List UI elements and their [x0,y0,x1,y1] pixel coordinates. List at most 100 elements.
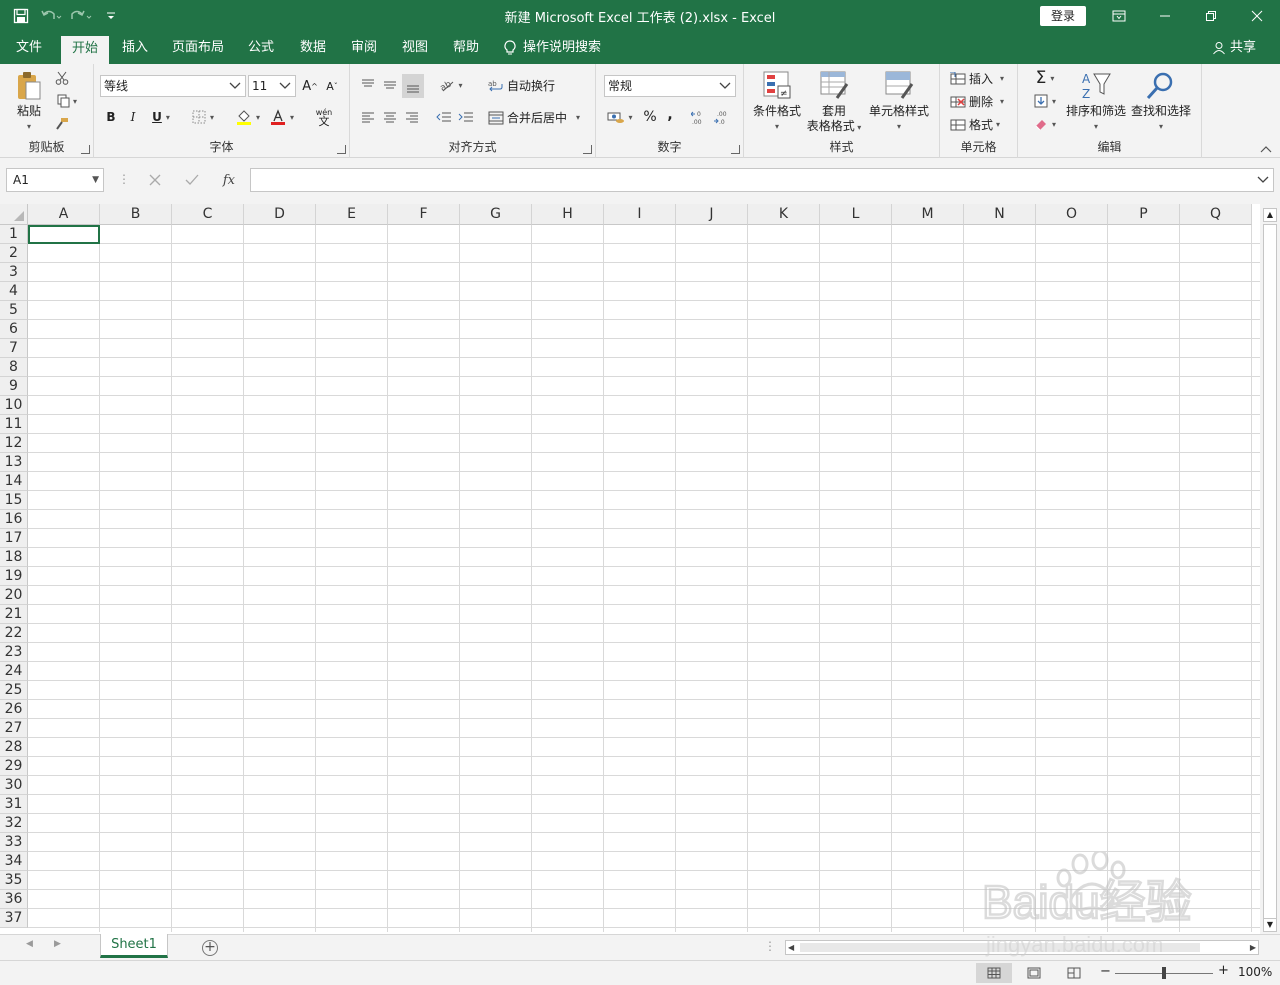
align-right-button[interactable] [402,107,422,127]
italic-button[interactable]: I [124,107,142,127]
column-header[interactable]: P [1108,204,1180,225]
column-header[interactable]: E [316,204,388,225]
tab-formulas[interactable]: 公式 [240,32,282,64]
expand-formula-bar-button[interactable] [1257,173,1269,187]
column-header[interactable]: M [892,204,964,225]
accounting-format-button[interactable]: ▾ [604,107,636,127]
formula-bar-splitter[interactable]: ⋮ [118,172,130,188]
tell-me-search[interactable]: 操作说明搜索 [503,32,613,64]
row-header[interactable]: 29 [0,757,28,776]
column-header[interactable]: F [388,204,460,225]
row-header[interactable]: 7 [0,339,28,358]
cell-area[interactable] [28,225,1260,932]
underline-button[interactable]: U ▾ [146,107,176,127]
enter-check-icon[interactable] [185,174,199,186]
row-header[interactable]: 23 [0,643,28,662]
row-header[interactable]: 25 [0,681,28,700]
decrease-decimal-button[interactable]: .00.0 [712,107,732,127]
tab-splitter[interactable]: ⋮ [764,939,776,953]
delete-cells-button[interactable]: 删除 ▾ [950,93,1004,110]
format-cells-button[interactable]: 格式 ▾ [950,116,1000,133]
tab-review[interactable]: 审阅 [343,32,385,64]
name-box[interactable]: A1 ▼ [6,168,104,192]
autosum-button[interactable]: Σ ▾ [1030,68,1060,88]
row-header[interactable]: 17 [0,529,28,548]
insert-function-icon[interactable]: fx [223,173,235,188]
login-button[interactable]: 登录 [1040,6,1086,26]
sheet-tab[interactable]: Sheet1 [100,934,168,958]
align-middle-button[interactable] [380,75,400,95]
collapse-ribbon-button[interactable] [1258,142,1274,156]
decrease-indent-button[interactable] [434,107,454,127]
number-launcher[interactable] [731,145,740,154]
paste-button[interactable]: 粘贴 ▾ [10,70,48,134]
align-bottom-button[interactable] [402,74,424,98]
column-header[interactable]: A [28,204,100,225]
ribbon-display-options-button[interactable] [1096,0,1142,32]
tab-page-layout[interactable]: 页面布局 [166,32,230,64]
normal-view-button[interactable] [976,963,1012,983]
column-header[interactable]: I [604,204,676,225]
align-center-button[interactable] [380,107,400,127]
percent-button[interactable]: % [640,107,660,127]
row-header[interactable]: 31 [0,795,28,814]
format-painter-button[interactable] [52,114,72,134]
scroll-down-button[interactable]: ▼ [1263,918,1277,932]
row-header[interactable]: 11 [0,415,28,434]
column-header[interactable]: O [1036,204,1108,225]
row-header[interactable]: 28 [0,738,28,757]
copy-button[interactable]: ▾ [52,91,82,111]
column-header[interactable]: N [964,204,1036,225]
row-header[interactable]: 12 [0,434,28,453]
row-header[interactable]: 30 [0,776,28,795]
align-left-button[interactable] [358,107,378,127]
row-header[interactable]: 4 [0,282,28,301]
find-select-button[interactable]: 查找和选择 ▾ [1128,70,1194,134]
borders-button[interactable]: ▾ [188,107,218,127]
horizontal-scrollbar[interactable]: ◀ ▶ [785,940,1259,955]
row-header[interactable]: 37 [0,909,28,928]
scroll-up-button[interactable]: ▲ [1263,208,1277,222]
undo-button[interactable] [38,3,64,29]
formula-input[interactable] [250,168,1274,192]
number-format-dropdown[interactable]: 常规 [604,75,736,97]
row-header[interactable]: 14 [0,472,28,491]
orientation-button[interactable]: ab ▾ [436,75,466,95]
zoom-slider-thumb[interactable] [1162,967,1166,979]
page-break-view-button[interactable] [1056,963,1092,983]
cancel-icon[interactable] [149,174,161,186]
row-header[interactable]: 20 [0,586,28,605]
share-button[interactable]: 共享 [1212,32,1256,64]
row-header[interactable]: 1 [0,225,28,244]
fill-color-button[interactable]: ▾ [232,107,264,127]
new-sheet-button[interactable]: + [202,940,218,956]
column-header[interactable]: H [532,204,604,225]
row-header[interactable]: 24 [0,662,28,681]
row-header[interactable]: 33 [0,833,28,852]
vertical-scroll-thumb[interactable] [1263,224,1277,920]
font-launcher[interactable] [337,145,346,154]
row-header[interactable]: 10 [0,396,28,415]
row-header[interactable]: 8 [0,358,28,377]
column-header[interactable]: J [676,204,748,225]
conditional-formatting-button[interactable]: ≠ 条件格式 ▾ [750,70,804,134]
row-header[interactable]: 2 [0,244,28,263]
row-header[interactable]: 27 [0,719,28,738]
increase-decimal-button[interactable]: 0.00 [690,107,710,127]
cell-styles-button[interactable]: 单元格样式 ▾ [864,70,934,134]
column-header[interactable]: C [172,204,244,225]
font-name-dropdown[interactable]: 等线 [100,75,246,97]
zoom-out-button[interactable]: − [1100,964,1111,979]
comma-button[interactable]: , [662,105,678,125]
clear-button[interactable]: ▾ [1030,114,1060,134]
column-header[interactable]: D [244,204,316,225]
alignment-launcher[interactable] [583,145,592,154]
select-all-button[interactable] [0,204,28,225]
insert-cells-button[interactable]: 插入 ▾ [950,70,1004,87]
zoom-in-button[interactable]: + [1218,963,1229,978]
row-header[interactable]: 32 [0,814,28,833]
row-header[interactable]: 5 [0,301,28,320]
close-button[interactable] [1234,0,1280,32]
customize-qat-button[interactable] [98,3,124,29]
shrink-font-button[interactable]: Aˇ [322,75,342,97]
